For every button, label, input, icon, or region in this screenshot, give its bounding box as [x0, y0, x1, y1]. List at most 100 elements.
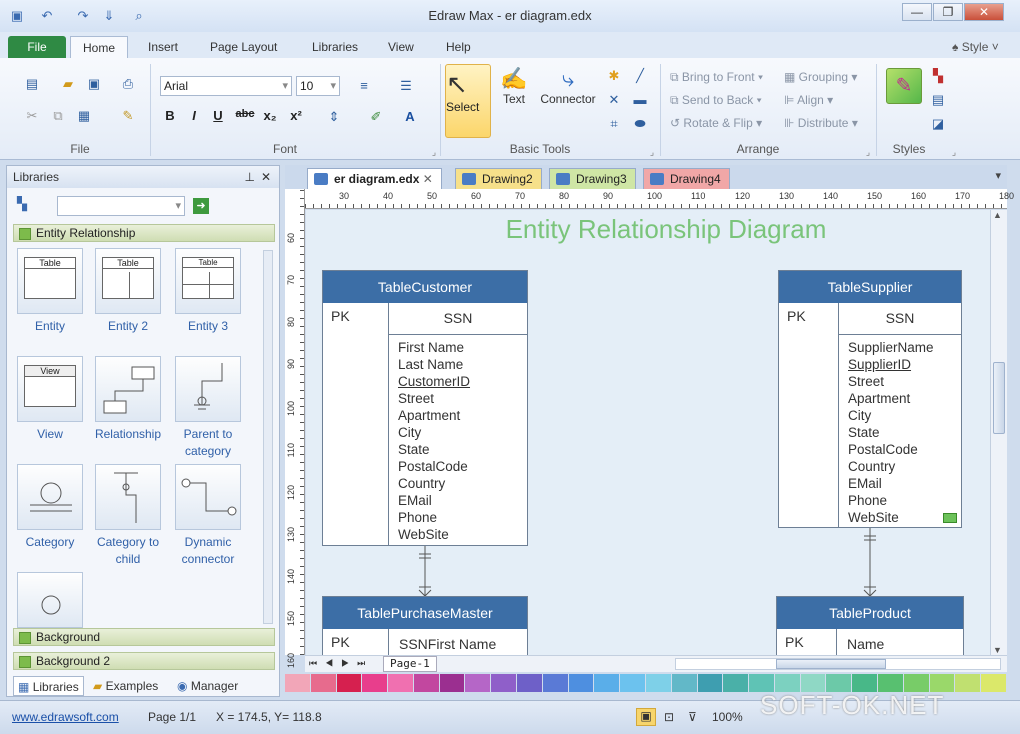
page-tab-page-1[interactable]: Page-1	[383, 656, 437, 672]
tab-file[interactable]: File	[8, 36, 66, 58]
drawing-canvas[interactable]: Entity Relationship Diagram TableCustome…	[306, 210, 990, 655]
website-link[interactable]: www.edrawsoft.com	[12, 710, 119, 724]
library-grid-icon[interactable]: ▚	[17, 196, 35, 214]
shape-category-to-child[interactable]	[95, 464, 161, 530]
tab-bottom-examples[interactable]: ▰ Examples	[93, 676, 158, 696]
entity-table-purchase-master[interactable]: TablePurchaseMaster PK SSNFirst Name	[322, 596, 528, 655]
dialog-launcher-icon[interactable]: ⌟	[946, 144, 962, 160]
tab-libraries[interactable]: Libraries	[300, 36, 370, 58]
close-button[interactable]: ✕	[964, 3, 1004, 21]
color-swatch[interactable]	[362, 674, 388, 692]
color-swatch[interactable]	[336, 674, 362, 692]
page-nav-icons[interactable]: ⏮◀▶⏭	[309, 658, 373, 669]
category-entity-relationship[interactable]: Entity Relationship	[13, 224, 275, 242]
tab-insert[interactable]: Insert	[136, 36, 190, 58]
text-tool-button[interactable]: ✍ Text	[496, 66, 532, 106]
copy-icon[interactable]: ⧉	[50, 108, 66, 124]
tab-page-layout[interactable]: Page Layout	[198, 36, 289, 58]
new-icon[interactable]: ▤	[24, 76, 40, 92]
bold-button[interactable]: B	[162, 108, 178, 126]
color-swatch[interactable]	[671, 674, 697, 692]
shadow-icon[interactable]: ◪	[930, 116, 946, 132]
category-background[interactable]: Background	[13, 628, 275, 646]
color-swatch[interactable]	[517, 674, 542, 692]
delete-tool-icon[interactable]: ✕	[606, 92, 622, 108]
highlight-icon[interactable]: ✐	[368, 109, 384, 125]
quick-styles-icon[interactable]: ✎	[886, 68, 922, 104]
color-swatch[interactable]	[491, 674, 517, 692]
tab-help[interactable]: Help	[434, 36, 483, 58]
zoom-level[interactable]: 100%	[712, 710, 743, 724]
subscript-button[interactable]: x₂	[262, 108, 278, 126]
tab-close-icon[interactable]: ✕	[423, 172, 433, 186]
color-swatch[interactable]	[981, 674, 1006, 692]
shape-entity[interactable]: Table	[17, 248, 83, 314]
horizontal-scroll-thumb[interactable]	[776, 659, 886, 669]
align-text-icon[interactable]: ≡	[356, 78, 372, 94]
style-menu[interactable]: ♠ Style ˅	[940, 36, 1011, 58]
crop-tool-icon[interactable]: ⌗	[606, 116, 622, 132]
horizontal-scrollbar[interactable]	[675, 658, 1001, 670]
send-to-back-button[interactable]: ⧉ Send to Back ▾	[670, 93, 762, 108]
doc-tab-er-diagram[interactable]: er diagram.edx ✕	[307, 168, 442, 189]
go-icon[interactable]: ➜	[193, 198, 209, 214]
line-spacing-icon[interactable]: ⇕	[326, 109, 342, 125]
dialog-launcher-icon[interactable]: ⌟	[644, 144, 660, 160]
pin-icon[interactable]: ⊥	[245, 166, 255, 188]
shape-view[interactable]: View	[17, 356, 83, 422]
align-button[interactable]: ⊫ Align ▾	[784, 93, 833, 107]
full-page-icon[interactable]: ⊡	[664, 710, 674, 724]
line-icon[interactable]: ▤	[930, 92, 946, 108]
library-search-select[interactable]: ▾	[57, 196, 185, 216]
rectangle-tool-icon[interactable]: ▬	[632, 92, 648, 108]
color-swatch[interactable]	[285, 674, 310, 692]
cut-icon[interactable]: ✂	[24, 108, 40, 124]
underline-button[interactable]: U	[210, 108, 226, 126]
connector-tool-button[interactable]: ⤷ Connector	[536, 66, 600, 106]
entity-table-product[interactable]: TableProduct PK Name	[776, 596, 964, 655]
color-swatch[interactable]	[388, 674, 413, 692]
bring-to-front-button[interactable]: ⧉ Bring to Front ▾	[670, 70, 763, 85]
color-swatch[interactable]	[413, 674, 439, 692]
open-icon[interactable]: ▰	[60, 76, 76, 92]
fit-width-icon[interactable]: ⊽	[688, 710, 697, 724]
color-swatch[interactable]	[620, 674, 645, 692]
color-swatch[interactable]	[439, 674, 465, 692]
maximize-button[interactable]: ❐	[933, 3, 963, 21]
color-swatch[interactable]	[594, 674, 620, 692]
strikethrough-button[interactable]: abc	[234, 108, 256, 126]
superscript-button[interactable]: x²	[288, 108, 304, 126]
vertical-scroll-thumb[interactable]	[993, 362, 1005, 434]
line-tool-icon[interactable]: ╱	[632, 68, 648, 84]
shape-dynamic-connector[interactable]	[175, 464, 241, 530]
font-size-select[interactable]: 10 ▾	[296, 76, 340, 96]
category-background-2[interactable]: Background 2	[13, 652, 275, 670]
tab-home[interactable]: Home	[70, 36, 129, 58]
library-scrollbar[interactable]	[263, 250, 273, 624]
color-swatch[interactable]	[542, 674, 568, 692]
save-icon[interactable]: ▣	[86, 76, 102, 92]
ellipse-tool-icon[interactable]: ⬬	[632, 116, 648, 132]
doc-tab-drawing4[interactable]: Drawing4	[643, 168, 730, 189]
scroll-up-icon[interactable]: ▲	[993, 210, 1002, 220]
format-painter-icon[interactable]: ✎	[120, 108, 136, 124]
print-icon[interactable]: ⎙	[120, 76, 136, 92]
shape-entity-3[interactable]: Table	[175, 248, 241, 314]
color-swatch[interactable]	[723, 674, 749, 692]
doc-tab-drawing2[interactable]: Drawing2	[455, 168, 542, 189]
tab-view[interactable]: View	[376, 36, 426, 58]
grouping-button[interactable]: ▦ Grouping ▾	[784, 70, 857, 84]
bullets-icon[interactable]: ☰	[398, 78, 414, 94]
paste-icon[interactable]: ▦	[76, 108, 92, 124]
doc-tab-drawing3[interactable]: Drawing3	[549, 168, 636, 189]
panel-close-icon[interactable]: ✕	[261, 166, 271, 188]
shape-entity-2[interactable]: Table	[95, 248, 161, 314]
color-swatch[interactable]	[955, 674, 981, 692]
point-tool-icon[interactable]: ✱	[606, 68, 622, 84]
scroll-down-icon[interactable]: ▼	[993, 645, 1002, 655]
color-swatch[interactable]	[645, 674, 671, 692]
font-color-icon[interactable]: A	[402, 109, 418, 125]
shape-parent-to-category[interactable]	[175, 356, 241, 422]
rotate-flip-button[interactable]: ↺ Rotate & Flip ▾	[670, 116, 762, 130]
shape-category[interactable]	[17, 464, 83, 530]
